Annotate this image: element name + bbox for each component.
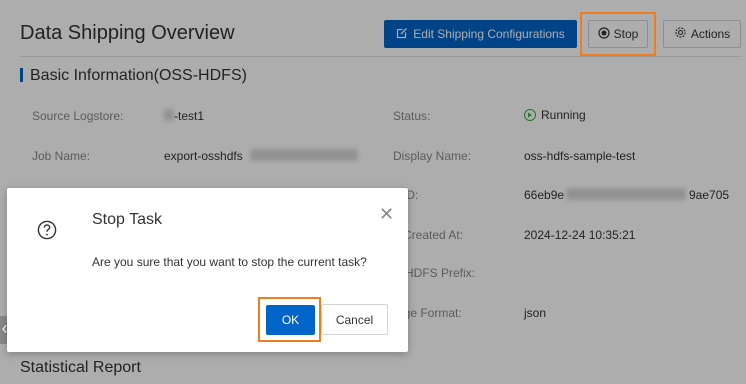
close-icon[interactable]: ✕: [379, 205, 394, 223]
ok-button[interactable]: OK: [266, 305, 315, 335]
dialog-message: Are you sure that you want to stop the c…: [92, 255, 367, 269]
question-icon: [37, 220, 57, 245]
dialog-title: Stop Task: [92, 211, 162, 228]
chevron-left-icon: [1, 325, 7, 335]
cancel-button[interactable]: Cancel: [321, 304, 388, 335]
stop-task-dialog: Stop Task ✕ Are you sure that you want t…: [7, 188, 408, 352]
